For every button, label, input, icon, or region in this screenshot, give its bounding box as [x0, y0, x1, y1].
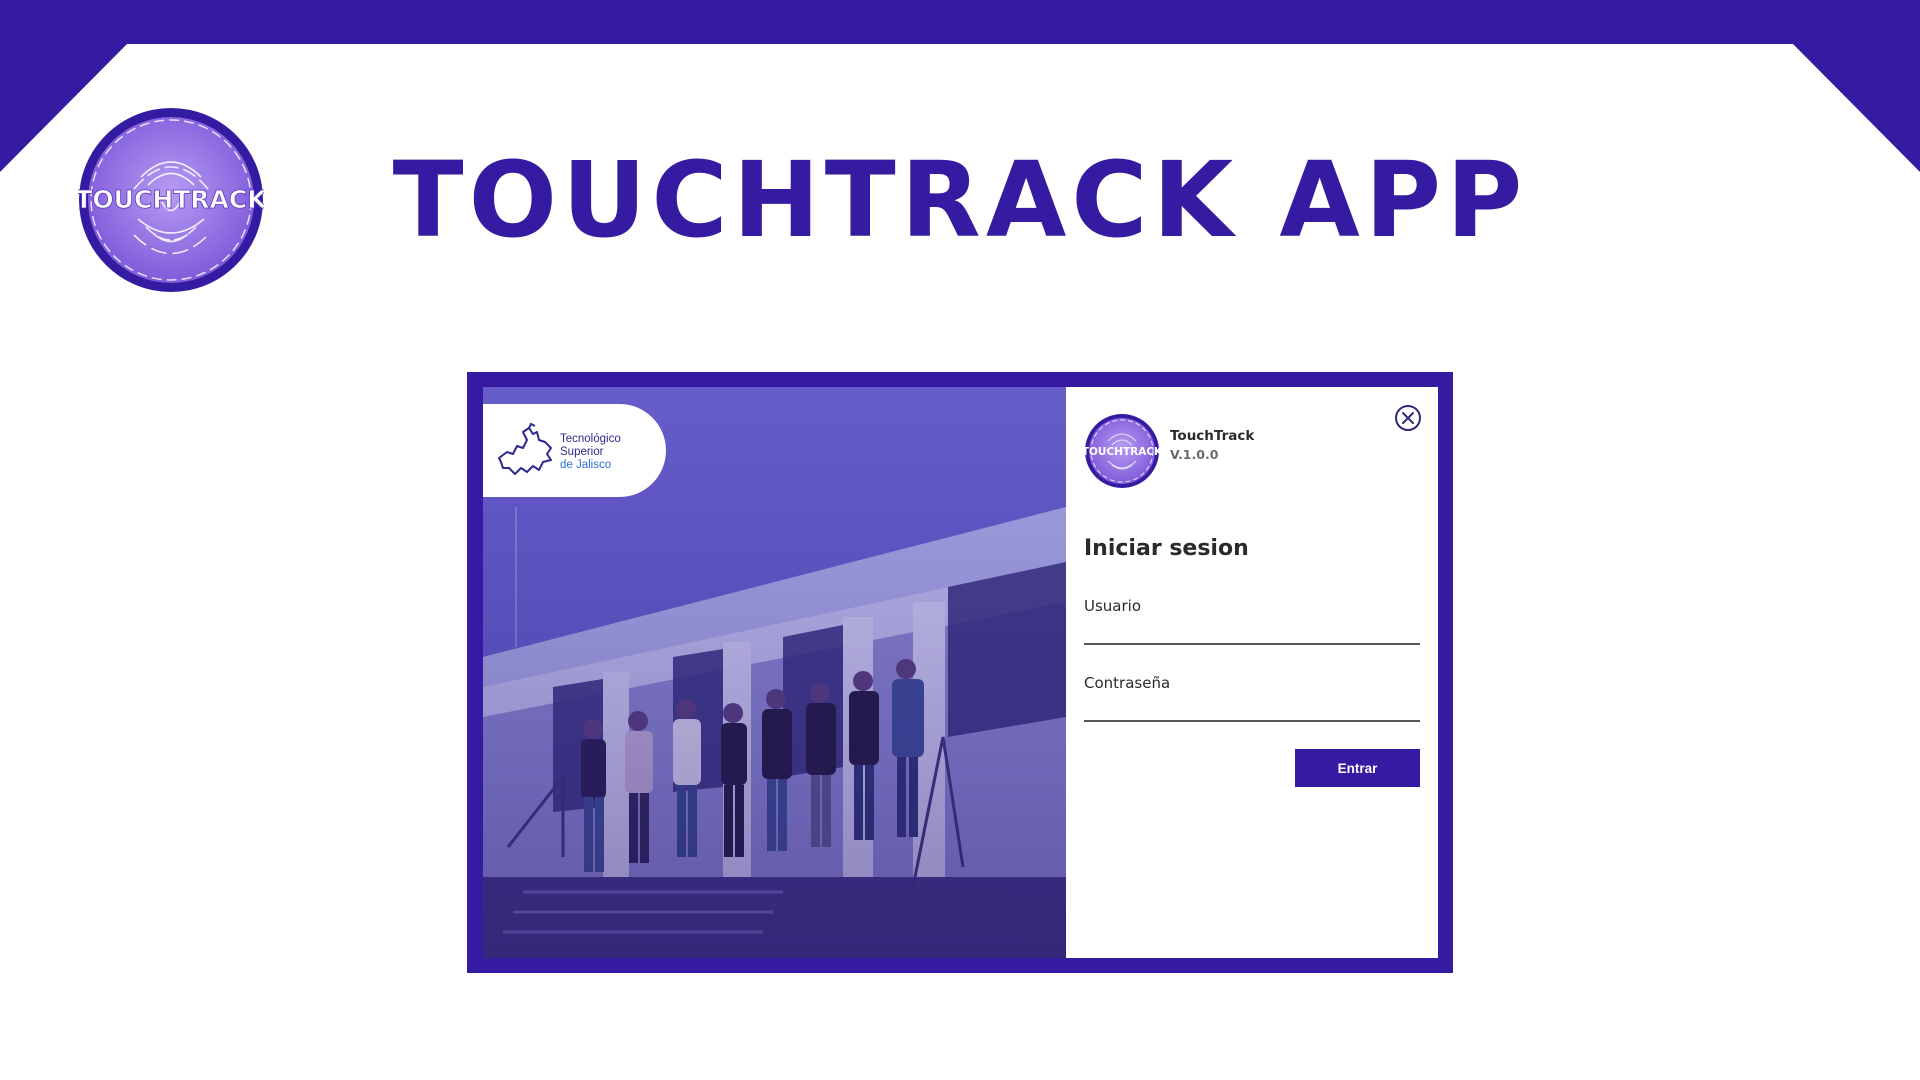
touchtrack-small-logo: TOUCHTRACK — [1084, 414, 1160, 488]
password-input[interactable] — [1084, 694, 1420, 722]
school-name: Tecnológico Superior de Jalisco — [560, 433, 660, 472]
app-name: TouchTrack — [1170, 428, 1255, 444]
app-version: V.1.0.0 — [1170, 447, 1219, 462]
school-badge: Tecnológico Superior de Jalisco — [483, 404, 666, 497]
close-button[interactable] — [1395, 405, 1421, 431]
login-panel: TOUCHTRACK TouchTrack V.1.0.0 Iniciar se… — [1066, 387, 1438, 958]
app-window: Tecnológico Superior de Jalisco TOUCHTRA… — [483, 387, 1438, 958]
login-heading: Iniciar sesion — [1084, 536, 1249, 561]
username-label: Usuario — [1084, 597, 1142, 615]
jalisco-map-icon — [498, 422, 552, 475]
small-logo-text: TOUCHTRACK — [1084, 446, 1160, 458]
school-name-line3: de Jalisco — [560, 459, 612, 471]
school-name-line1: Tecnológico — [560, 433, 621, 445]
app-screenshot-frame: Tecnológico Superior de Jalisco TOUCHTRA… — [467, 372, 1453, 973]
school-name-line2: Superior — [560, 446, 604, 458]
username-input[interactable] — [1084, 617, 1420, 645]
page-title: TOUCHTRACK APP — [392, 139, 1528, 261]
login-submit-button[interactable]: Entrar — [1295, 749, 1420, 787]
group-photo: Tecnológico Superior de Jalisco — [483, 387, 1066, 958]
password-label: Contraseña — [1084, 674, 1171, 692]
close-icon — [1402, 412, 1414, 424]
